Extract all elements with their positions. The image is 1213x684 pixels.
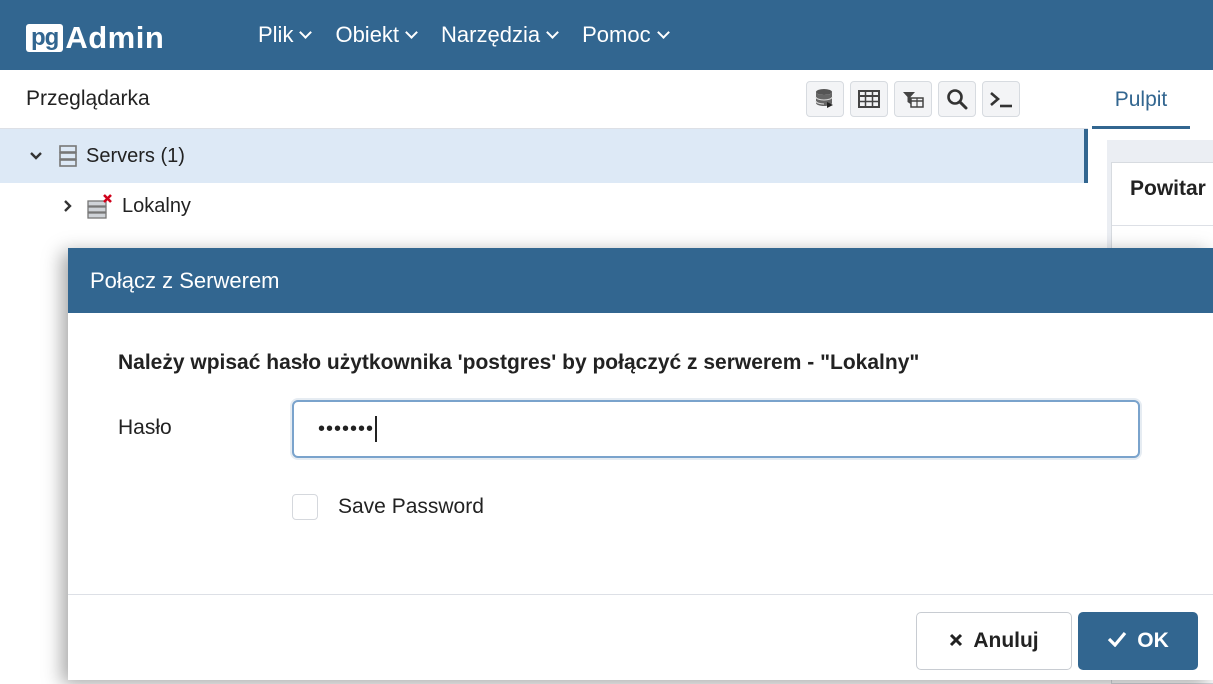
logo-pg-badge: pg — [26, 24, 64, 52]
pgadmin-logo[interactable]: pg Admin — [26, 20, 164, 56]
tree-item-label: Servers (1) — [86, 144, 185, 167]
chevron-down-icon — [656, 25, 670, 39]
logo-admin-text: Admin — [65, 20, 165, 55]
password-label: Hasło — [118, 416, 172, 439]
main-menu: Plik Obiekt Narzędzia Pomoc — [258, 22, 693, 48]
browser-toolbar — [806, 81, 1026, 117]
filter-table-icon — [903, 92, 924, 108]
menu-narzedzia-label: Narzędzia — [441, 22, 541, 47]
chevron-down-icon — [405, 25, 418, 39]
browser-panel-title: Przeglądarka — [26, 87, 150, 110]
chevron-down-icon[interactable] — [22, 151, 50, 161]
search-icon — [947, 89, 968, 110]
filtered-rows-button[interactable] — [894, 81, 932, 117]
connect-server-dialog: Połącz z Serwerem Należy wpisać hasło uż… — [68, 248, 1213, 680]
save-password-row: Save Password — [292, 494, 484, 520]
menu-obiekt-label: Obiekt — [335, 22, 400, 47]
table-grid-icon — [858, 90, 880, 108]
menu-narzedzia[interactable]: Narzędzia — [441, 22, 559, 48]
menu-obiekt[interactable]: Obiekt — [335, 22, 418, 48]
password-value: ••••••• — [318, 418, 375, 440]
cancel-button[interactable]: Anuluj — [916, 612, 1072, 670]
search-objects-button[interactable] — [938, 81, 976, 117]
close-icon — [949, 630, 963, 653]
menu-pomoc-label: Pomoc — [582, 22, 651, 47]
check-icon — [1107, 630, 1127, 653]
top-navbar: pg Admin Plik Obiekt Narzędzia Pomoc — [0, 0, 1213, 70]
server-disconnected-icon — [86, 193, 114, 219]
tree-item-servers[interactable]: Servers (1) — [0, 129, 1088, 183]
save-password-label[interactable]: Save Password — [338, 495, 484, 519]
dialog-footer: Anuluj OK — [68, 594, 1213, 681]
tree-item-label: Lokalny — [122, 194, 191, 217]
card-divider — [1112, 225, 1213, 226]
tab-pulpit[interactable]: Pulpit — [1092, 70, 1190, 129]
chevron-down-icon — [546, 25, 559, 39]
welcome-card-title: Powitar — [1130, 177, 1206, 200]
terminal-icon — [990, 92, 1012, 108]
save-password-checkbox[interactable] — [292, 494, 318, 520]
tree-item-lokalny[interactable]: Lokalny — [0, 179, 1088, 233]
server-group-icon — [58, 144, 78, 168]
chevron-right-icon[interactable] — [54, 199, 82, 213]
cancel-button-label: Anuluj — [973, 629, 1039, 652]
dialog-header[interactable]: Połącz z Serwerem — [68, 248, 1213, 313]
ok-button[interactable]: OK — [1078, 612, 1198, 670]
view-data-button[interactable] — [850, 81, 888, 117]
chevron-down-icon — [299, 25, 313, 39]
menu-plik[interactable]: Plik — [258, 22, 313, 48]
dialog-message: Należy wpisać hasło użytkownika 'postgre… — [118, 351, 920, 374]
menu-plik-label: Plik — [258, 22, 294, 47]
ok-button-label: OK — [1137, 629, 1169, 652]
query-tool-button[interactable] — [806, 81, 844, 117]
main-tab-bar: Pulpit — [1088, 70, 1213, 129]
text-caret — [375, 416, 378, 442]
browser-panel-header: Przeglądarka — [0, 70, 1088, 129]
psql-tool-button[interactable] — [982, 81, 1020, 117]
menu-pomoc[interactable]: Pomoc — [582, 22, 670, 48]
dialog-title: Połącz z Serwerem — [90, 268, 280, 293]
password-input[interactable]: ••••••• — [292, 400, 1140, 458]
database-query-icon — [815, 89, 833, 108]
